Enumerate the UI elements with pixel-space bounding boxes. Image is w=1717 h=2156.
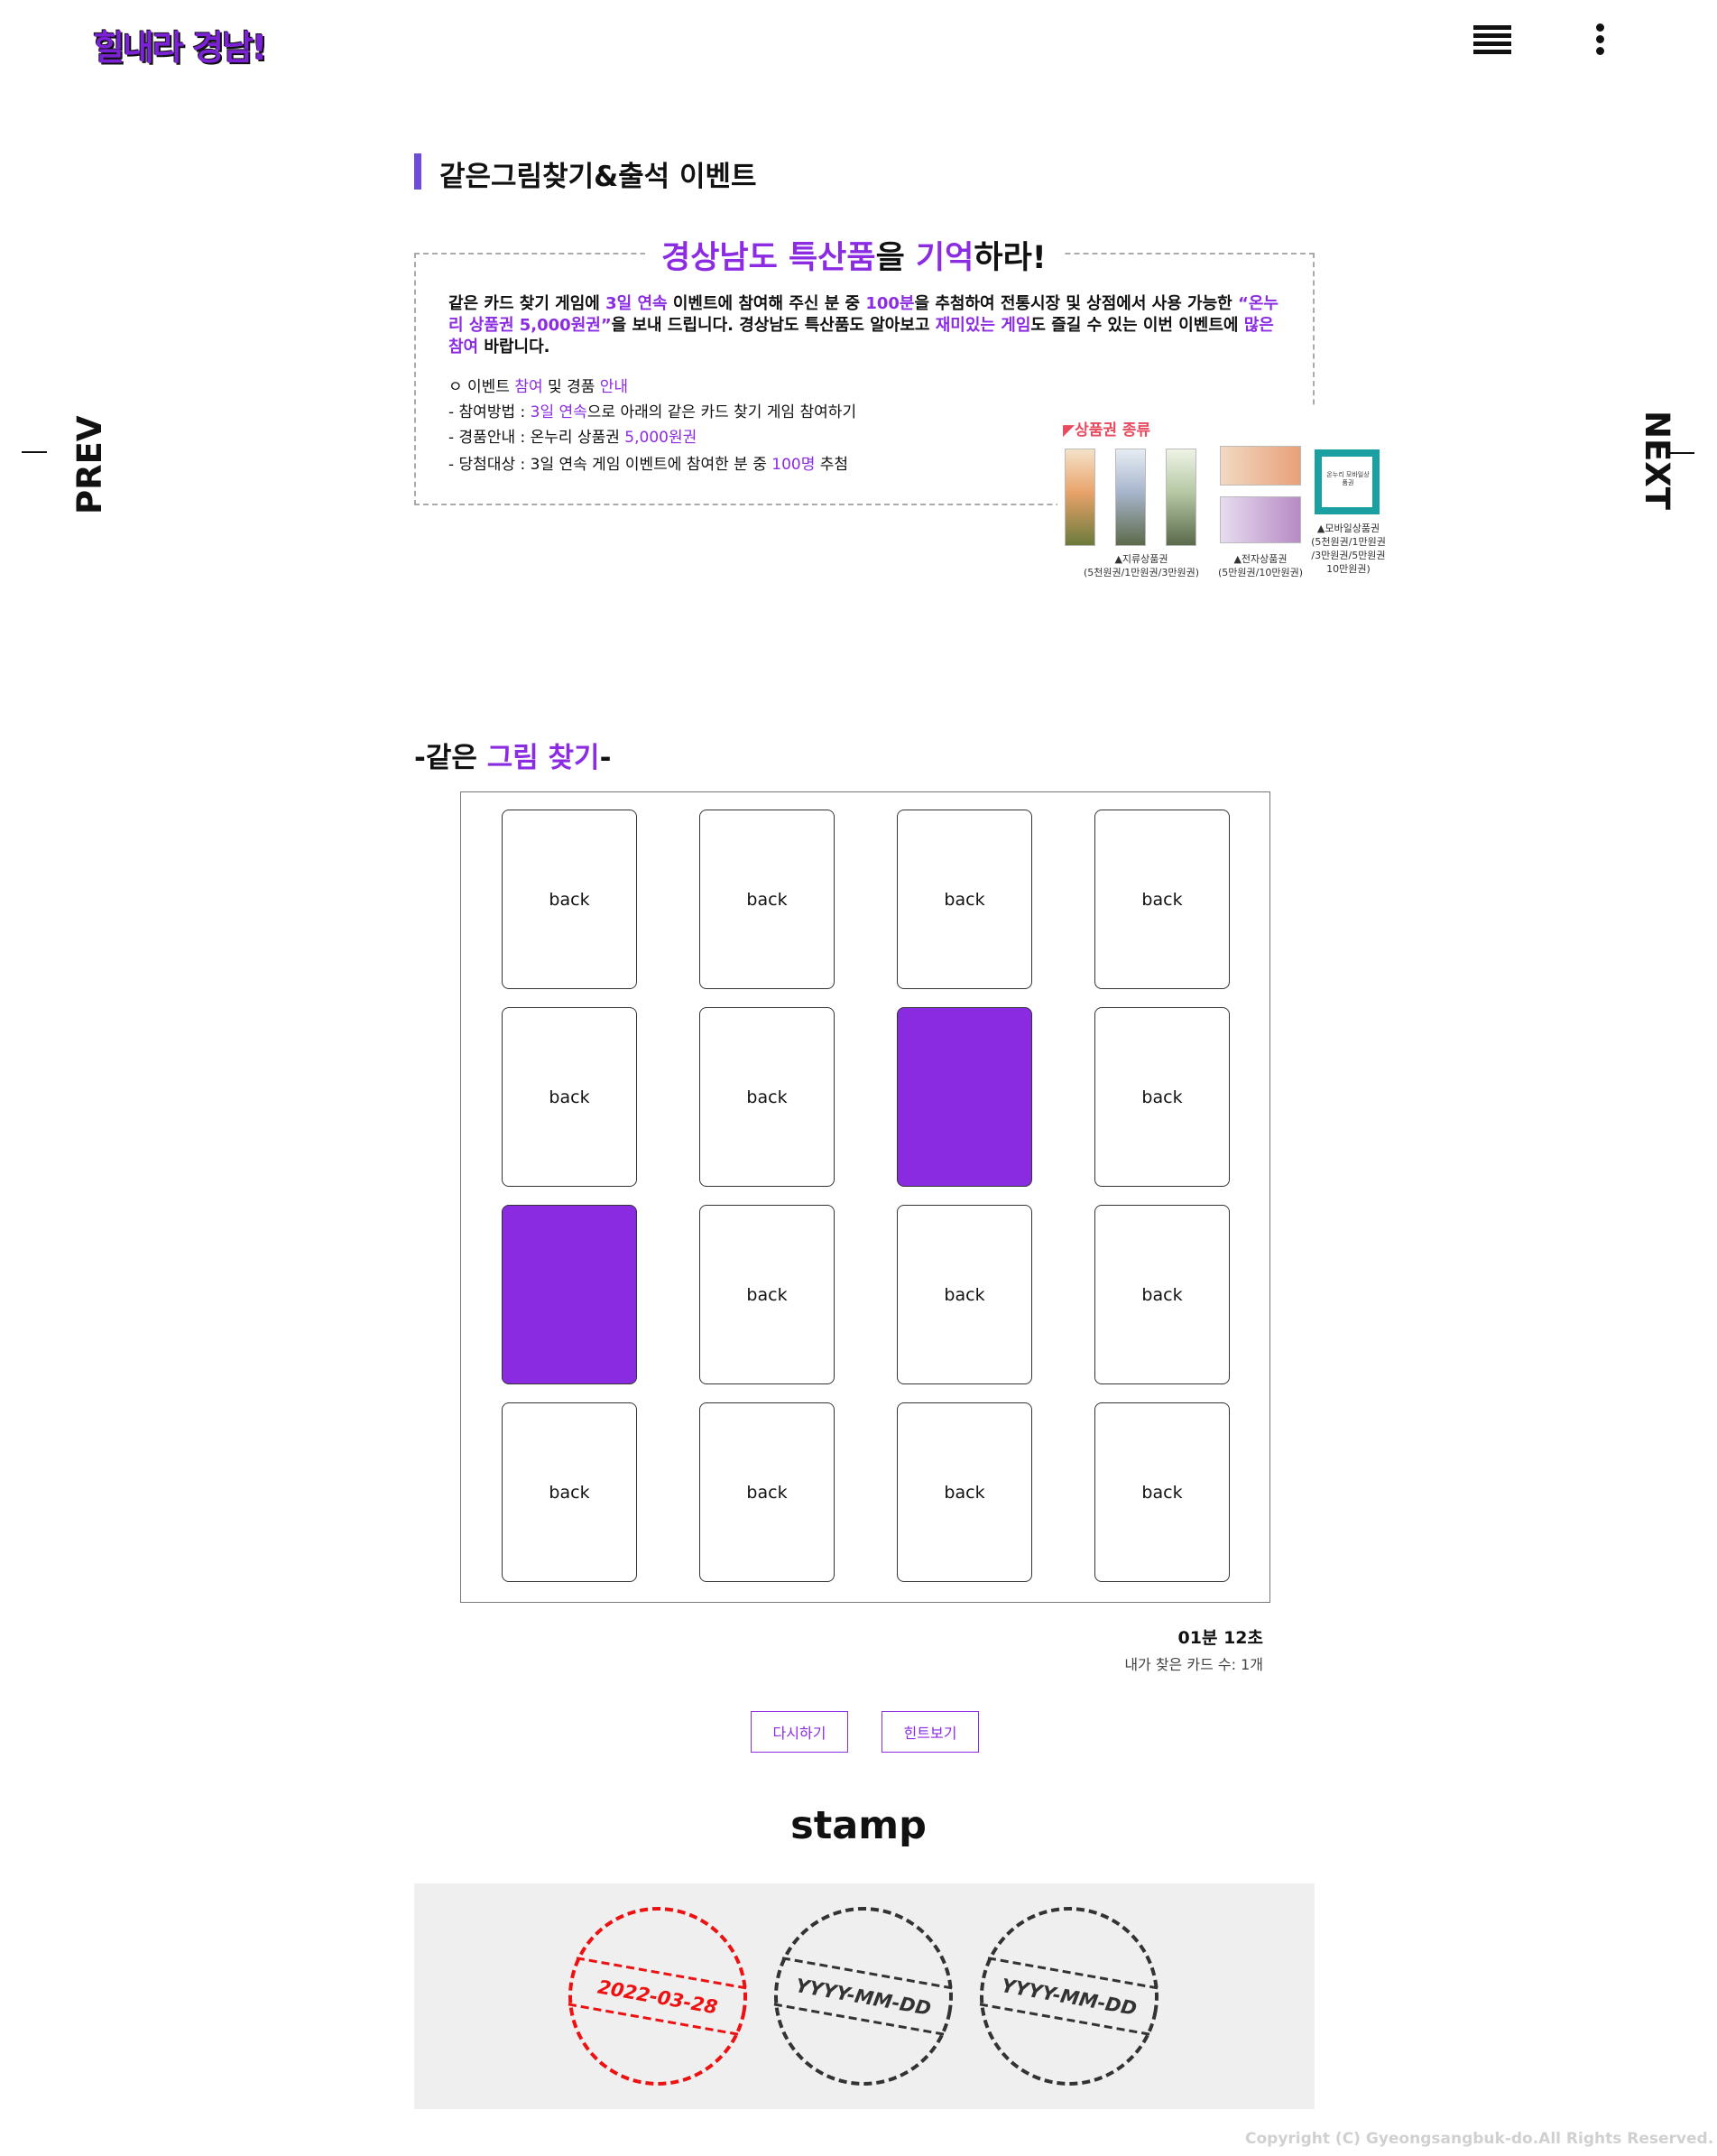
memory-card[interactable]: back [1094,1007,1230,1187]
event-description: 같은 카드 찾기 게임에 3일 연속 이벤트에 참여해 주신 분 중 100분을… [448,293,1292,358]
memory-card[interactable]: back [502,1402,637,1582]
memory-card[interactable] [502,1205,637,1384]
caption-line: ▲모바일상품권 [1316,523,1380,534]
copyright-text: Copyright (C) Gyeongsangbuk-do.All Right… [1245,2130,1714,2148]
desc-text: 을 보내 드립니다. 경상남도 특산품도 알아보고 [611,316,936,335]
desc-text: 재미있는 게임 [935,316,1031,335]
headline-part: 하라! [974,240,1047,276]
voucher-caption-mobile: ▲모바일상품권 (5천원권/1만원권 /3만원권/5만원권 10만원권) [1310,522,1387,576]
section-title: 같은그림찾기&출석 이벤트 [439,161,757,193]
attendance-stamp: YYYY-MM-DD [979,1907,1159,2086]
headline-part: 기억 [915,240,974,276]
voucher-paper-10000 [1115,449,1146,546]
memory-card[interactable]: back [897,1205,1032,1384]
memory-card[interactable]: back [1094,1205,1230,1384]
desc-text: 을 추첨하여 전통시장 및 상점에서 사용 가능한 [914,294,1239,313]
desc-text: 3일 연속 [605,294,668,313]
info-line-participation: ㅇ 이벤트 참여 및 경품 안내 [448,377,628,397]
voucher-mobile-label: 온누리 모바일상품권 [1326,471,1370,486]
info-text: 5,000원권 [624,429,697,447]
caption-line: ▲전자상품권 [1233,553,1288,565]
caption-line: 10만원권) [1326,563,1371,575]
stamp-title: stamp [790,1803,927,1848]
voucher-electronic-5000 [1220,446,1301,486]
desc-text: 바랍니다. [478,338,550,356]
info-text: 100명 [771,456,816,474]
info-text: 3일 연속 [530,403,587,421]
info-text: - 참여방법 : [448,403,531,421]
info-line-prize: - 경품안내 : 온누리 상품권 5,000원권 [448,428,697,448]
retry-button[interactable]: 다시하기 [751,1711,848,1753]
memory-card[interactable] [897,1007,1032,1187]
next-button[interactable]: NEXT [1631,411,1717,510]
event-headline: 경상남도 특산품을 기억하라! [645,232,1063,278]
info-text: 추첨 [815,456,849,474]
found-count: 내가 찾은 카드 수: 1개 [1124,1656,1263,1673]
memory-card[interactable]: back [699,1402,835,1582]
voucher-electronic-100000 [1220,496,1301,543]
game-title-part: -같은 [414,742,487,774]
memory-card[interactable]: back [1094,1402,1230,1582]
memory-card[interactable]: back [699,1205,835,1384]
site-logo[interactable]: 힐내라 경남! [93,20,267,69]
caption-line: ▲지류상품권 [1114,553,1168,565]
desc-text: 100분 [865,294,915,313]
game-title-part: 그림 찾기 [486,742,600,774]
memory-card[interactable]: back [1094,810,1230,989]
memory-card[interactable]: back [502,810,637,989]
info-text: - 경품안내 : 온누리 상품권 [448,429,625,447]
voucher-caption-electronic: ▲전자상품권 (5만원권/10만원권) [1215,552,1306,579]
desc-text: 이벤트에 참여해 주신 분 중 [667,294,866,313]
card-board: back back back back back back back back back back… [460,791,1270,1603]
info-text: - 당첨대상 : 3일 연속 게임 이벤트에 참여한 분 중 [448,456,772,474]
next-label: NEXT [1638,411,1676,511]
info-text: 참여 [514,378,543,396]
section-title-bar [414,153,421,190]
hamburger-menu-icon[interactable] [1473,25,1511,56]
caption-line: (5만원권/10만원권) [1217,567,1303,578]
headline-part: 을 [875,240,916,276]
caption-line: /3만원권/5만원권 [1311,550,1386,561]
game-title-part: - [599,742,612,774]
memory-card[interactable]: back [699,1007,835,1187]
info-text: ㅇ 이벤트 [448,378,515,396]
desc-text: 같은 카드 찾기 게임에 [448,294,606,313]
voucher-title: ◤상품권 종류 [1063,421,1151,440]
memory-card[interactable]: back [502,1007,637,1187]
stamp-area: 2022-03-28 YYYY-MM-DD YYYY-MM-DD [414,1883,1315,2109]
prev-label: PREV [70,415,109,514]
attendance-stamp: 2022-03-28 [568,1907,748,2086]
info-line-winners: - 당첨대상 : 3일 연속 게임 이벤트에 참여한 분 중 100명 추첨 [448,455,848,475]
info-text: 및 경품 [542,378,600,396]
voucher-caption-paper: ▲지류상품권 (5천원권/1만원권/3만원권) [1065,552,1218,579]
prev-button[interactable]: PREV [9,415,109,514]
info-text: 으로 아래의 같은 카드 찾기 게임 참여하기 [586,403,857,421]
attendance-stamp: YYYY-MM-DD [773,1907,954,2086]
more-vertical-icon[interactable] [1594,23,1605,55]
info-text: 안내 [599,378,629,396]
game-timer: 01분 12초 [1177,1628,1263,1648]
stamp-date: 2022-03-28 [596,1976,719,2019]
stamp-graphics: 2022-03-28 YYYY-MM-DD YYYY-MM-DD [568,1907,1159,2086]
info-line-method: - 참여방법 : 3일 연속으로 아래의 같은 카드 찾기 게임 참여하기 [448,403,856,422]
headline-part: 경상남도 특산품 [661,240,876,276]
voucher-paper-5000 [1065,449,1095,546]
caption-line: (5천원권/1만원권 [1311,536,1386,548]
voucher-paper-30000 [1166,449,1196,546]
prev-tick-icon [22,451,47,453]
memory-card[interactable]: back [699,810,835,989]
caption-line: (5천원권/1만원권/3만원권) [1083,567,1200,578]
hint-button[interactable]: 힌트보기 [882,1711,979,1753]
memory-card[interactable]: back [897,810,1032,989]
desc-text: 도 즐길 수 있는 이번 이벤트에 [1030,316,1244,335]
memory-card[interactable]: back [897,1402,1032,1582]
game-title: -같은 그림 찾기- [414,735,611,775]
